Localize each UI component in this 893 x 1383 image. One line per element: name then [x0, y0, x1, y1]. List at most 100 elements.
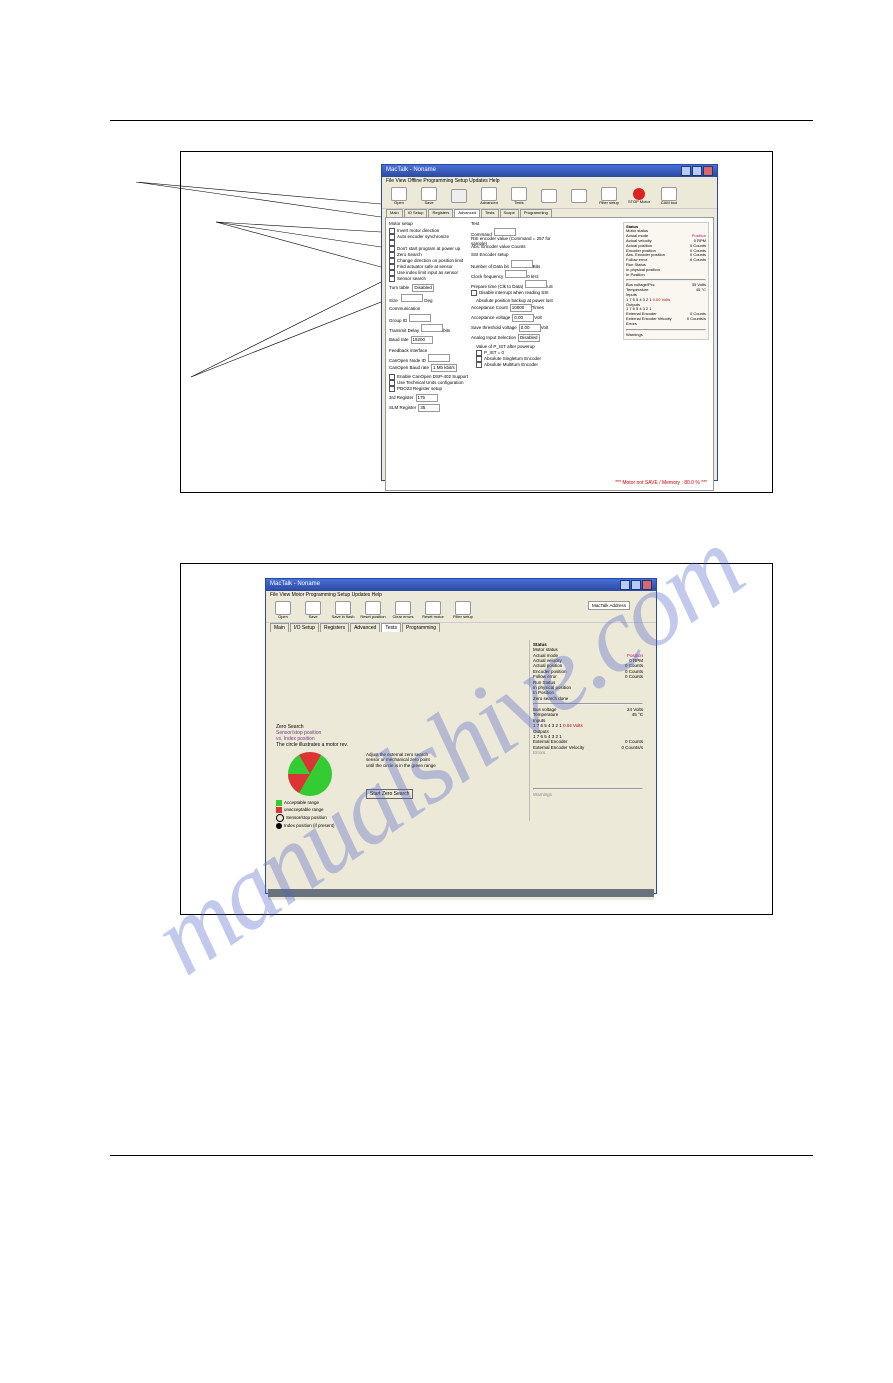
tb2-clearerr[interactable]: Clear errors [390, 601, 416, 620]
gear-icon [481, 187, 497, 201]
tab-main[interactable]: Main [386, 209, 403, 217]
dot-icon [276, 823, 282, 829]
motor-icon [425, 601, 441, 615]
menubar2[interactable]: File View Motor Programming Setup Update… [266, 591, 656, 599]
minimize-icon[interactable] [620, 580, 630, 590]
tab-advanced[interactable]: Advanced [454, 209, 480, 217]
toolbar-save[interactable]: Save [416, 187, 442, 206]
size-label: Size [389, 298, 398, 303]
tb2-resetmotor[interactable]: Reset motor [420, 601, 446, 620]
status-panel-2: Status Motor status Actual modePosition … [529, 640, 646, 821]
bits-row: Number of Data bitBits [471, 260, 540, 269]
tab-registers[interactable]: Registers [428, 209, 453, 217]
window-title2: MacTalk - Noname [270, 581, 320, 588]
folder-icon [391, 187, 407, 201]
canopen-node-input[interactable] [428, 354, 450, 362]
maximize-icon[interactable] [631, 580, 641, 590]
tab2-main[interactable]: Main [270, 623, 289, 632]
advanced-pane: Motor setup Invert motor direction Auto … [385, 217, 714, 491]
group-communication: Communication [389, 306, 420, 311]
turntable-row: Turn table Disabled [389, 284, 434, 292]
tb2-filter[interactable]: Filter setup [450, 601, 476, 620]
baud-input[interactable]: 19200 [411, 336, 433, 344]
toolbar: Open Save Advanced Tests Filter setup ST… [382, 185, 717, 209]
tabs: Main IO Setup Registers Advanced Tests S… [382, 209, 717, 217]
window-title: MacTalk - Noname [386, 167, 436, 174]
start-zero-button[interactable]: Start Zero Search [366, 789, 413, 799]
red-status-text: *** Motor not SAVE / Memory : 80.0 % *** [615, 480, 707, 486]
tab-tests[interactable]: Tests [481, 209, 498, 217]
bottom-rule [110, 1155, 813, 1156]
close-icon[interactable] [642, 580, 652, 590]
chk-sensor-search[interactable]: Sensor search [389, 276, 426, 282]
chk-pdo23[interactable]: PDO23 Register setup [389, 386, 442, 392]
tab2-reg[interactable]: Registers [320, 623, 349, 632]
zero-help: Adjust the external zero search sensor o… [366, 752, 436, 768]
size-unit: Deg [424, 298, 432, 303]
toolbar-open[interactable]: Open [386, 187, 412, 206]
analog-row: Analog Input SelectionDisabled [471, 334, 540, 342]
toolbar-3[interactable] [446, 189, 472, 203]
canopen-node-row: CanOpen Node ID [389, 354, 450, 363]
legend-sensor: Sensor/stop position [276, 814, 436, 822]
tb2-saveflash[interactable]: Save in flash [330, 601, 356, 620]
toolbar-filter[interactable]: Filter setup [596, 187, 622, 206]
toolbar-stop[interactable]: STOP Motor [626, 188, 652, 205]
save-thresh-row: Save threshold voltage0.00Volt [471, 324, 548, 332]
txdelay-row: Transmit Delaybits [389, 324, 450, 333]
cam-icon [661, 187, 677, 201]
command-input[interactable] [494, 228, 516, 236]
swatch-green-icon [276, 800, 282, 806]
turntable-value[interactable]: Disabled [412, 284, 434, 292]
tb2-save[interactable]: Save [300, 601, 326, 620]
toolbar-5[interactable]: Tests [506, 187, 532, 206]
groupid-input[interactable] [409, 314, 431, 322]
leader-lines [136, 182, 381, 382]
tab-programming[interactable]: Programming [520, 209, 552, 217]
chk-disable-irq[interactable]: Disable interrupt when reading SSI [471, 290, 549, 296]
filter-icon [601, 187, 617, 201]
top-rule [110, 120, 813, 121]
toolbar-6[interactable] [536, 189, 562, 203]
menubar[interactable]: File View Offline Programming Setup Upda… [382, 177, 717, 185]
close-icon[interactable] [703, 166, 713, 176]
figure-1: MacTalk - Noname File View Offline Progr… [180, 151, 773, 493]
size-input[interactable] [401, 294, 423, 302]
turntable-label: Turn table [389, 285, 409, 290]
mactalk-window-2: MacTalk - Noname File View Motor Program… [265, 578, 657, 894]
maximize-icon[interactable] [692, 166, 702, 176]
legend-acceptable: Acceptable range [276, 800, 436, 806]
tab2-adv[interactable]: Advanced [350, 623, 380, 632]
tb2-open[interactable]: Open [270, 601, 296, 620]
disk-icon [421, 187, 437, 201]
toolbar-4[interactable]: Advanced [476, 187, 502, 206]
slm-reg-row: SLM Register35 [389, 404, 440, 412]
disk-icon [305, 601, 321, 615]
tb2-resetpos[interactable]: Reset position [360, 601, 386, 620]
legend-index: Index position (if present) [276, 823, 436, 829]
chk-auto-enc[interactable]: Auto encoder synchronize [389, 234, 449, 240]
toolbar-cam[interactable]: CAM tool [656, 187, 682, 206]
mactalk-address[interactable]: MacTalk Address [588, 601, 630, 610]
toolbar-7[interactable] [566, 189, 592, 203]
abs-backup-label: Absolute position backup at power lost [476, 298, 553, 303]
tab-scope[interactable]: Scope [500, 209, 519, 217]
canopen-baud-input[interactable]: 1 Mb kbit/s [431, 364, 457, 372]
tab-iosetup[interactable]: IO Setup [404, 209, 428, 217]
txdelay-input[interactable] [421, 324, 443, 332]
warnings-row: Warnings [626, 333, 706, 338]
toolbar2: Open Save Save in flash Reset position C… [266, 599, 656, 623]
ring-icon [276, 814, 284, 822]
opt-multi[interactable]: Absolute Multiturn Encoder [476, 362, 538, 368]
tab2-io[interactable]: I/O Setup [290, 623, 319, 632]
zerosearch-group: Zero Search Sensor/stop position vs. Ind… [276, 724, 436, 829]
tab2-prog[interactable]: Programming [402, 623, 440, 632]
reset-icon [541, 189, 557, 203]
clock-row: Clock frequency0 kHz [471, 270, 539, 279]
tab2-tests[interactable]: Tests [381, 623, 401, 632]
tabs2: Main I/O Setup Registers Advanced Tests … [266, 623, 656, 632]
prepare-row: Prepare time (Clk to Data)uS [471, 280, 553, 289]
swatch-red-icon [276, 807, 282, 813]
size-row: Size Deg [389, 294, 433, 303]
minimize-icon[interactable] [681, 166, 691, 176]
